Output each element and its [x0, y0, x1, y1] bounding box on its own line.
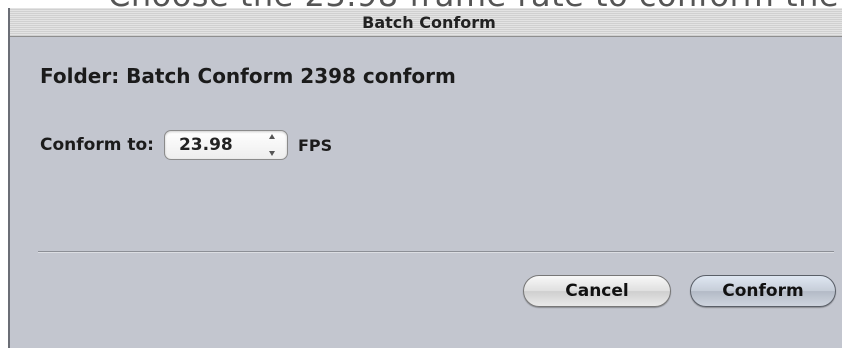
cancel-button[interactable]: Cancel [523, 275, 671, 307]
batch-conform-dialog: Batch Conform Folder: Batch Conform 2398… [8, 8, 842, 348]
frame-rate-popup[interactable]: 23.98 [163, 130, 288, 160]
conform-to-label: Conform to: [40, 135, 154, 155]
window-title: Batch Conform [362, 13, 496, 32]
conform-button[interactable]: Conform [690, 275, 836, 307]
up-down-arrows-icon [267, 134, 277, 156]
title-bar[interactable]: Batch Conform [10, 8, 842, 37]
frame-rate-value: 23.98 [178, 135, 233, 155]
folder-label: Folder: Batch Conform 2398 conform [40, 64, 456, 88]
divider [38, 251, 834, 253]
fps-unit-label: FPS [297, 135, 333, 155]
conform-row: Conform to: 23.98 FPS [40, 128, 332, 162]
